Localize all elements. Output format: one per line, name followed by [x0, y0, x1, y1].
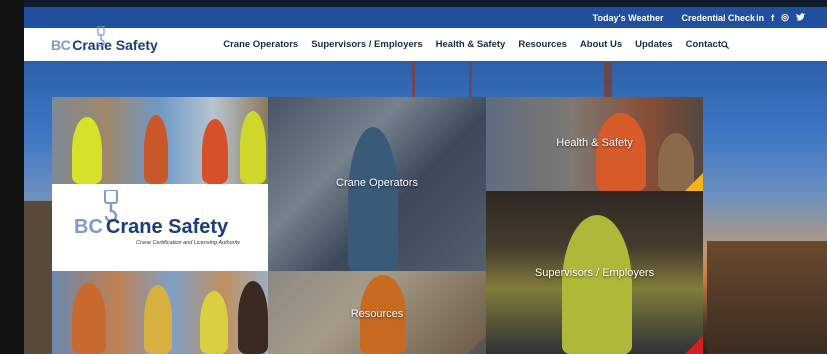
top-utility-bar: Today's Weather Credential Check in f ◎	[24, 7, 827, 28]
nav-about-us[interactable]: About Us	[580, 39, 622, 50]
worker-figure	[72, 117, 102, 184]
workers-photo-bottom	[52, 271, 268, 354]
credential-check-link[interactable]: Credential Check	[681, 13, 755, 23]
nav-supervisors-employers[interactable]: Supervisors / Employers	[311, 39, 422, 50]
logo-bc: BC	[51, 37, 71, 53]
logo-tile-wordmark: BC Crane Safety	[74, 216, 228, 239]
corner-accent	[468, 336, 486, 354]
worker-figure	[144, 115, 168, 184]
nav-health-safety[interactable]: Health & Safety	[436, 39, 506, 50]
supervisor-figure	[562, 215, 632, 354]
worker-figure	[144, 285, 172, 354]
crane-silhouette	[412, 61, 472, 101]
nav-crane-operators[interactable]: Crane Operators	[223, 39, 298, 50]
logo-tile-bc: BC	[74, 216, 103, 238]
tile-label-health-safety: Health & Safety	[556, 137, 633, 149]
site-logo[interactable]: BC Crane Safety	[51, 26, 158, 53]
building-left	[24, 201, 52, 354]
nav-contact[interactable]: Contact	[686, 39, 721, 50]
tile-crane-operators[interactable]: Crane Operators	[268, 97, 486, 271]
worker-figure	[238, 281, 268, 354]
crane-mast	[604, 61, 612, 97]
tile-supervisors-employers[interactable]: Supervisors / Employers	[486, 191, 703, 354]
worker-figure	[202, 119, 228, 184]
workers-photo-top	[52, 97, 268, 184]
logo-tile-tagline: Crane Certification and Licensing Author…	[136, 240, 241, 246]
linkedin-icon[interactable]: in	[756, 13, 764, 23]
crane-hook-icon	[97, 26, 105, 47]
tile-label-crane-operators: Crane Operators	[336, 177, 418, 189]
page-frame: Today's Weather Credential Check in f ◎ …	[24, 0, 827, 354]
worker-figure	[72, 283, 106, 354]
tile-health-safety[interactable]: Health & Safety	[486, 97, 703, 191]
nav-resources[interactable]: Resources	[518, 39, 567, 50]
logo-tile[interactable]: BC Crane Safety Crane Certification and …	[52, 184, 268, 271]
primary-menu: Crane Operators Supervisors / Employers …	[223, 28, 721, 61]
construction-site-right	[707, 241, 827, 354]
worker-figure	[596, 113, 646, 191]
logo-name: Crane Safety	[72, 37, 158, 53]
facebook-icon[interactable]: f	[771, 13, 774, 23]
corner-accent	[685, 336, 703, 354]
tile-label-resources: Resources	[350, 308, 404, 320]
corner-accent	[685, 173, 703, 191]
weather-link[interactable]: Today's Weather	[593, 13, 664, 23]
search-icon[interactable]	[721, 41, 729, 49]
tile-resources[interactable]: Resources	[268, 271, 486, 354]
nav-updates[interactable]: Updates	[635, 39, 672, 50]
worker-figure	[240, 111, 266, 184]
twitter-icon[interactable]	[796, 12, 805, 23]
logo-tile-name: Crane Safety	[105, 216, 229, 238]
operator-figure	[348, 127, 398, 271]
main-nav: BC Crane Safety Crane Operators Supervis…	[24, 26, 827, 61]
worker-figure	[200, 291, 228, 354]
tile-label-supervisors-employers: Supervisors / Employers	[534, 267, 655, 279]
social-links: in f ◎	[756, 7, 805, 28]
utility-links: Today's Weather Credential Check	[593, 7, 755, 28]
instagram-icon[interactable]: ◎	[781, 12, 789, 23]
